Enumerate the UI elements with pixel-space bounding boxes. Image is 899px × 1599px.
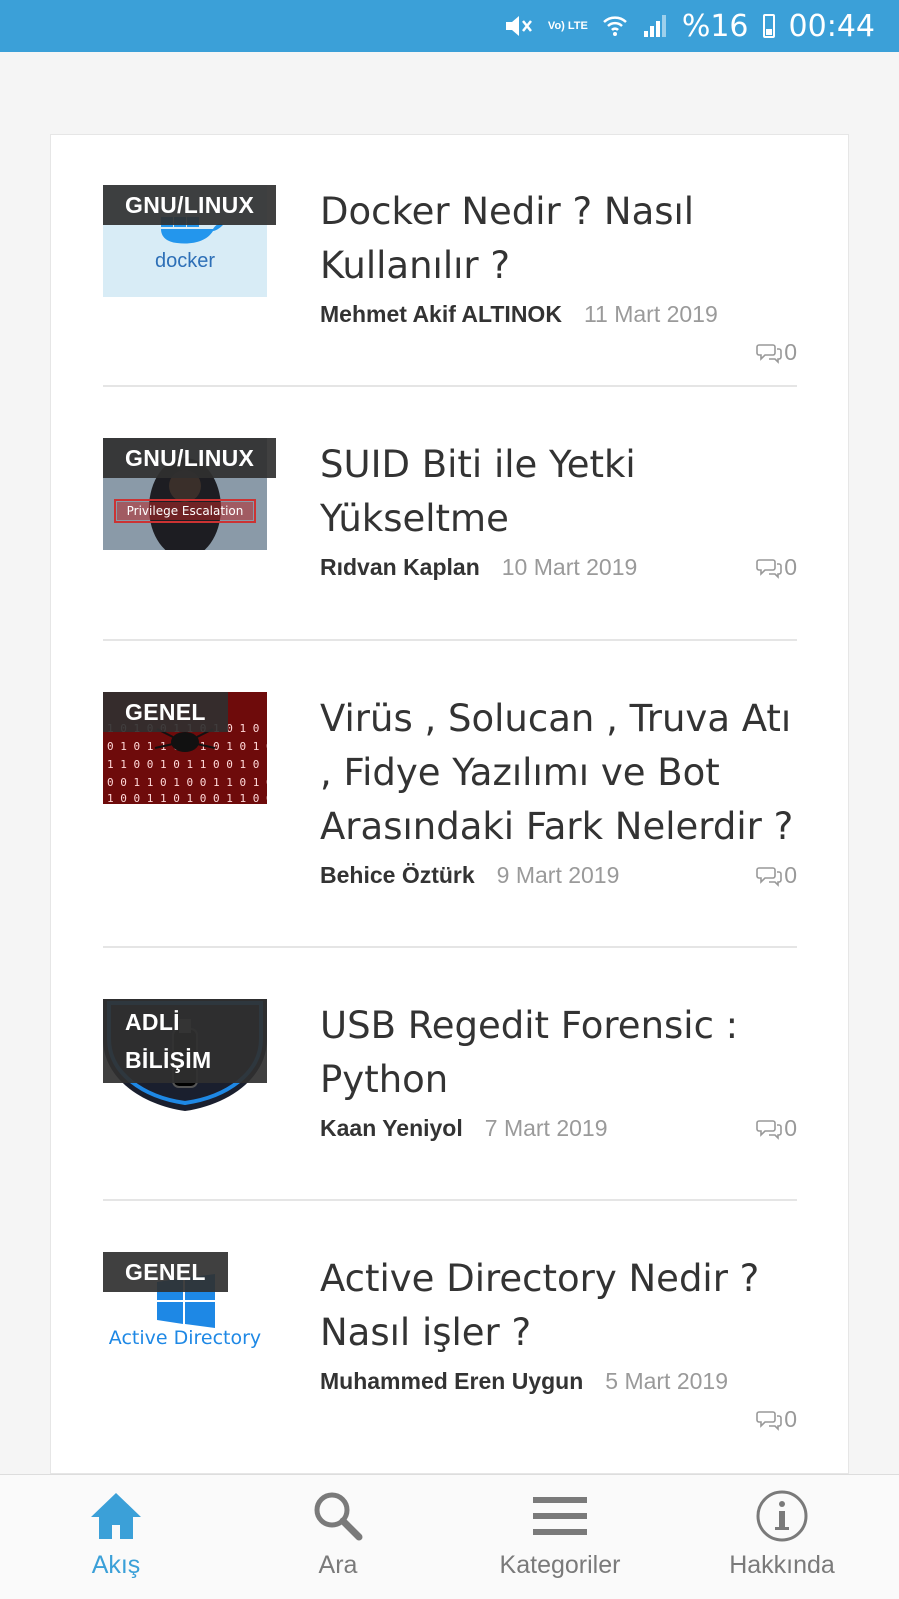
- comment-count[interactable]: 0: [756, 339, 797, 366]
- post-item[interactable]: Privilege Escalation GNU/LINUX SUID Biti…: [103, 438, 797, 588]
- comment-count-value: 0: [784, 339, 797, 365]
- clock: 00:44: [788, 8, 875, 44]
- comment-count[interactable]: 0: [756, 1406, 797, 1433]
- comment-count-value: 0: [784, 554, 797, 580]
- comment-count[interactable]: 0: [756, 862, 797, 889]
- post-date: 5 Mart 2019: [605, 1368, 729, 1394]
- comment-count-value: 0: [784, 1115, 797, 1141]
- nav-label: Kategoriler: [499, 1551, 621, 1579]
- home-icon: [91, 1493, 141, 1539]
- post-date: 7 Mart 2019: [484, 1115, 608, 1141]
- divider: [103, 1199, 797, 1201]
- info-icon: [756, 1490, 808, 1542]
- category-badge[interactable]: GENEL: [103, 692, 228, 732]
- nav-label: Hakkında: [729, 1551, 835, 1579]
- post-title[interactable]: Virüs , Solucan , Truva Atı , Fidye Yazı…: [320, 692, 800, 854]
- category-badge[interactable]: ADLİ BİLİŞİM: [103, 999, 267, 1083]
- volte-icon: Vo) LTE: [547, 20, 588, 32]
- divider: [103, 385, 797, 387]
- nav-label: Akış: [91, 1551, 141, 1579]
- post-item[interactable]: Active Directory GENEL Active Directory …: [103, 1252, 797, 1442]
- comment-count-value: 0: [784, 1406, 797, 1432]
- category-badge[interactable]: GENEL: [103, 1252, 228, 1292]
- svg-text:Privilege Escalation: Privilege Escalation: [127, 504, 244, 518]
- post-date: 9 Mart 2019: [496, 862, 620, 888]
- svg-text:docker: docker: [155, 250, 215, 272]
- nav-item-kategoriler[interactable]: Kategoriler: [470, 1489, 650, 1580]
- search-icon: [314, 1492, 363, 1541]
- comment-icon: [756, 866, 783, 887]
- comment-count-value: 0: [784, 862, 797, 888]
- post-meta: Kaan Yeniyol 7 Mart 2019: [320, 1115, 608, 1142]
- post-meta: Behice Öztürk 9 Mart 2019: [320, 862, 619, 889]
- post-item[interactable]: docker GNU/LINUX Docker Nedir ? Nasıl Ku…: [103, 185, 797, 375]
- battery-percent: %16: [681, 8, 749, 44]
- post-meta: Muhammed Eren Uygun 5 Mart 2019: [320, 1368, 728, 1395]
- category-badge[interactable]: GNU/LINUX: [103, 185, 277, 225]
- nav-item-ara[interactable]: Ara: [248, 1489, 428, 1580]
- nav-label: Ara: [318, 1551, 358, 1579]
- status-bar: Vo) LTE %16 00:44: [0, 0, 899, 52]
- category-badge[interactable]: GNU/LINUX: [103, 438, 277, 478]
- post-author: Rıdvan Kaplan: [320, 554, 480, 580]
- divider: [103, 639, 797, 641]
- post-author: Kaan Yeniyol: [320, 1115, 463, 1141]
- comment-icon: [756, 1410, 783, 1431]
- svg-text:Active Directory: Active Directory: [109, 1327, 261, 1349]
- comment-icon: [756, 558, 783, 579]
- post-title[interactable]: Active Directory Nedir ? Nasıl işler ?: [320, 1252, 800, 1360]
- comment-count[interactable]: 0: [756, 1115, 797, 1142]
- svg-text:0 0 1 1 0 1 0 0 1 1 0 1 0: 0 0 1 1 0 1 0 0 1 1 0 1 0: [107, 776, 267, 789]
- post-meta: Mehmet Akif ALTINOK 11 Mart 2019: [320, 301, 718, 328]
- post-date: 11 Mart 2019: [583, 301, 718, 327]
- post-date: 10 Mart 2019: [501, 554, 638, 580]
- post-meta: Rıdvan Kaplan 10 Mart 2019: [320, 554, 637, 581]
- post-author: Muhammed Eren Uygun: [320, 1368, 584, 1394]
- post-title[interactable]: Docker Nedir ? Nasıl Kullanılır ?: [320, 185, 800, 293]
- comment-count[interactable]: 0: [756, 554, 797, 581]
- menu-icon: [533, 1497, 587, 1535]
- comment-icon: [756, 1119, 783, 1140]
- post-item[interactable]: ADLİ BİLİŞİM USB Regedit Forensic : Pyth…: [103, 999, 797, 1149]
- divider: [103, 946, 797, 948]
- comment-icon: [756, 343, 783, 364]
- wifi-icon: [602, 13, 628, 39]
- signal-icon: [642, 13, 668, 39]
- bottom-nav: Akış Ara Kategoriler Hakkında: [0, 1474, 899, 1599]
- nav-item-akis[interactable]: Akış: [26, 1489, 206, 1580]
- svg-text:1 0 0 1 1 0 1 0 0 1 1 0 0: 1 0 0 1 1 0 1 0 0 1 1 0 0: [107, 792, 267, 804]
- post-item[interactable]: 1 0 1 0 0 1 1 0 1 0 1 0 1 0 1 0 1 1 0 0 …: [103, 692, 797, 892]
- post-author: Behice Öztürk: [320, 862, 475, 888]
- battery-icon: [762, 14, 775, 38]
- post-author: Mehmet Akif ALTINOK: [320, 301, 562, 327]
- nav-item-hakkinda[interactable]: Hakkında: [692, 1489, 872, 1580]
- svg-text:1 1 0 0 1 0 1 1 0 0 1 0 1: 1 1 0 0 1 0 1 1 0 0 1 0 1: [107, 758, 267, 771]
- post-title[interactable]: SUID Biti ile Yetki Yükseltme: [320, 438, 800, 546]
- post-title[interactable]: USB Regedit Forensic : Python: [320, 999, 800, 1107]
- post-feed: docker GNU/LINUX Docker Nedir ? Nasıl Ku…: [50, 134, 849, 1474]
- mute-icon: [504, 13, 534, 39]
